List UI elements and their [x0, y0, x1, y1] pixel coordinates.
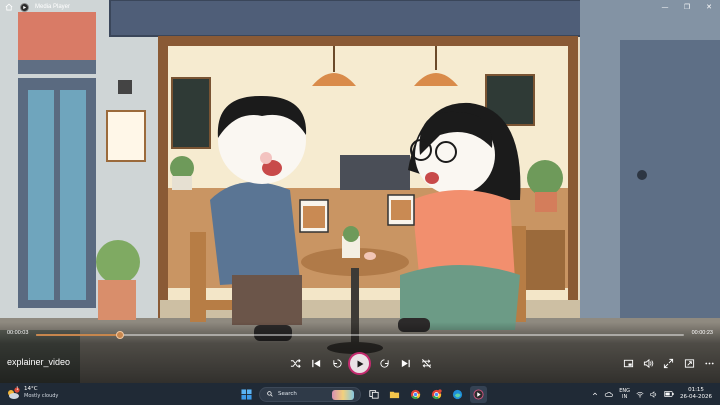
- media-player-taskbar-button[interactable]: [470, 385, 487, 403]
- taskbar-center: Search: [238, 385, 487, 403]
- title-bar: Media Player — ❐ ✕: [0, 0, 720, 14]
- previous-button[interactable]: [305, 352, 327, 374]
- search-icon: [267, 391, 273, 397]
- folder-icon: [389, 391, 400, 398]
- volume-icon: [643, 358, 653, 368]
- home-icon[interactable]: [4, 2, 14, 12]
- player-controls: 00:00:03 00:00:23 explainer_video: [0, 322, 720, 383]
- maximize-button[interactable]: ❐: [676, 0, 698, 14]
- weather-temperature: 14°C: [24, 386, 38, 392]
- fullscreen-icon: [663, 358, 673, 368]
- system-tray: ENG IN 01:15 26-04-2026: [589, 383, 720, 405]
- weather-description: Mostly cloudy: [24, 393, 59, 399]
- clock[interactable]: 01:15 26-04-2026: [677, 383, 720, 405]
- next-button[interactable]: [394, 352, 416, 374]
- play-button[interactable]: [348, 352, 371, 375]
- cloud-icon: [605, 391, 614, 397]
- wifi-icon: [636, 391, 644, 398]
- seek-bar-thumb[interactable]: [116, 331, 125, 339]
- seek-bar-progress: [36, 334, 121, 336]
- skip-next-icon: [401, 359, 410, 367]
- volume-button[interactable]: [637, 352, 659, 374]
- edge-button[interactable]: [449, 386, 466, 403]
- clock-date: 26-04-2026: [680, 394, 712, 400]
- chrome-icon: [410, 389, 421, 399]
- current-time: 00:00:03: [7, 330, 29, 336]
- more-options-icon: [704, 362, 714, 364]
- search-placeholder: Search: [278, 391, 297, 397]
- miniplayer-button[interactable]: [617, 352, 639, 374]
- rewind-button[interactable]: [326, 352, 348, 374]
- network-button[interactable]: [633, 383, 647, 405]
- repeat-off-icon: [421, 358, 431, 368]
- taskbar-search[interactable]: Search: [259, 386, 361, 402]
- window-title: Media Player: [35, 4, 71, 10]
- shuffle-button[interactable]: [284, 352, 306, 374]
- forward-button[interactable]: [373, 352, 395, 374]
- start-button[interactable]: [238, 386, 255, 403]
- battery-icon: [664, 391, 674, 397]
- miniplayer-icon: [623, 359, 633, 367]
- clock-time: 01:15: [688, 387, 704, 393]
- forward-30-icon: [379, 358, 389, 368]
- total-time: 00:00:23: [691, 330, 713, 336]
- skip-previous-icon: [311, 359, 320, 367]
- windows-icon: [241, 388, 252, 400]
- chrome-profile-button[interactable]: [428, 386, 445, 403]
- transport-controls: [0, 352, 720, 375]
- cast-button[interactable]: [678, 352, 700, 374]
- onedrive-button[interactable]: [601, 383, 616, 405]
- weather-badge: 1: [16, 386, 19, 391]
- cloudy-weather-icon: 1: [6, 386, 20, 400]
- close-button[interactable]: ✕: [698, 0, 720, 14]
- search-highlight-image: [332, 389, 354, 400]
- battery-button[interactable]: [661, 383, 677, 405]
- more-options-button[interactable]: [698, 352, 720, 374]
- chrome-profile-icon: [431, 388, 442, 399]
- shuffle-icon: [290, 358, 301, 368]
- repeat-button[interactable]: [415, 352, 437, 374]
- task-view-icon: [368, 390, 379, 399]
- cast-icon: [684, 358, 694, 368]
- region-code: IN: [622, 394, 628, 400]
- task-view-button[interactable]: [365, 386, 382, 403]
- volume-tray-button[interactable]: [647, 383, 661, 405]
- media-player-icon: [473, 388, 484, 400]
- media-player-window: Media Player — ❐ ✕ 00:00:03 00:00:23 exp…: [0, 0, 720, 405]
- fullscreen-button[interactable]: [657, 352, 679, 374]
- weather-widget[interactable]: 1 14°C Mostly cloudy: [6, 386, 58, 400]
- file-explorer-button[interactable]: [386, 386, 403, 403]
- seek-bar[interactable]: [36, 331, 684, 339]
- show-hidden-icons-button[interactable]: [589, 383, 601, 405]
- chrome-button[interactable]: [407, 386, 424, 403]
- media-player-app-icon: [20, 2, 29, 12]
- chevron-up-icon: [593, 392, 598, 396]
- play-icon: [357, 360, 363, 367]
- minimize-button[interactable]: —: [654, 0, 676, 14]
- rewind-10-icon: [332, 358, 342, 368]
- browser-icon: [452, 389, 463, 399]
- language-indicator[interactable]: ENG IN: [616, 383, 633, 405]
- taskbar: 1 14°C Mostly cloudy Search ENG IN 01:15…: [0, 383, 720, 405]
- speaker-icon: [650, 390, 657, 398]
